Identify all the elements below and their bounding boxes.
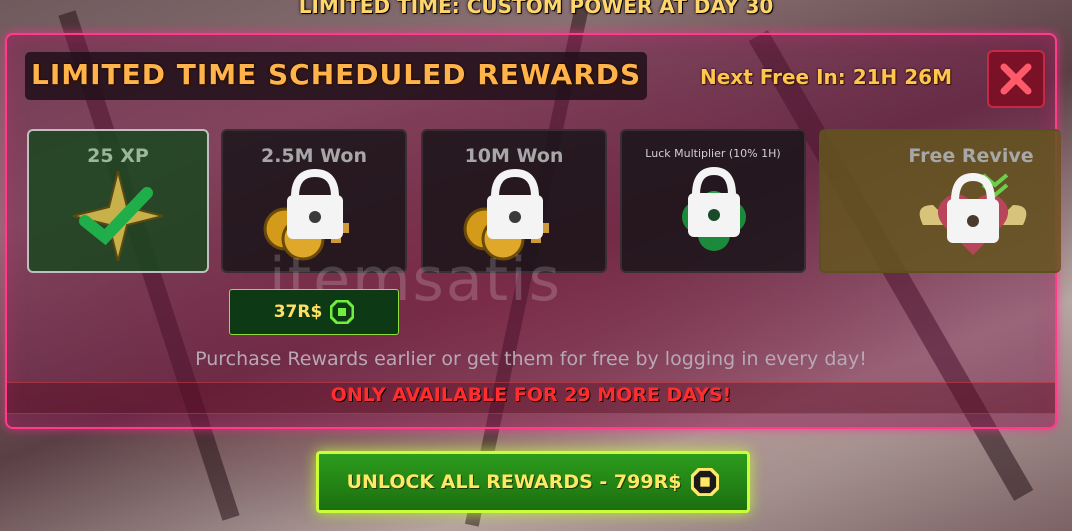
price-label: 37R$ bbox=[273, 302, 323, 322]
clover-lock-icon bbox=[682, 166, 746, 251]
availability-text: ONLY AVAILABLE FOR 29 MORE DAYS! bbox=[330, 384, 732, 406]
buy-next-reward-button[interactable]: 37R$ bbox=[229, 289, 399, 335]
reward-label: Free Revive bbox=[908, 145, 1034, 167]
availability-bar: ONLY AVAILABLE FOR 29 MORE DAYS! bbox=[7, 382, 1055, 414]
reward-label: 25 XP bbox=[87, 145, 149, 167]
xp-star-checkmark-icon bbox=[72, 171, 164, 261]
unlock-button-label: UNLOCK ALL REWARDS - 799R$ bbox=[346, 471, 682, 493]
event-banner: LIMITED TIME: CUSTOM POWER AT DAY 30 bbox=[298, 0, 774, 18]
robux-icon bbox=[691, 468, 720, 496]
close-button[interactable] bbox=[987, 50, 1045, 108]
purchase-note: Purchase Rewards earlier or get them for… bbox=[195, 348, 867, 370]
close-x-icon bbox=[1000, 63, 1032, 95]
reward-label: 10M Won bbox=[464, 145, 564, 167]
unlock-all-rewards-button[interactable]: UNLOCK ALL REWARDS - 799R$ bbox=[316, 451, 750, 513]
reward-label: Luck Multiplier (10% 1H) bbox=[645, 147, 781, 160]
rewards-panel: LIMITED TIME SCHEDULED REWARDS Next Free… bbox=[5, 33, 1061, 429]
panel-title: LIMITED TIME SCHEDULED REWARDS bbox=[31, 58, 642, 91]
reward-card-xp[interactable]: 25 XP bbox=[27, 129, 209, 273]
reward-card-luck-multiplier[interactable]: Luck Multiplier (10% 1H) bbox=[620, 129, 806, 273]
robux-icon bbox=[330, 300, 355, 324]
reward-label: 2.5M Won bbox=[260, 145, 368, 167]
reward-card-free-revive[interactable]: Free Revive bbox=[819, 129, 1061, 273]
next-free-timer: Next Free In: 21H 26M bbox=[700, 65, 952, 89]
heart-wings-lock-icon bbox=[919, 172, 1027, 255]
title-box: LIMITED TIME SCHEDULED REWARDS bbox=[25, 52, 647, 100]
